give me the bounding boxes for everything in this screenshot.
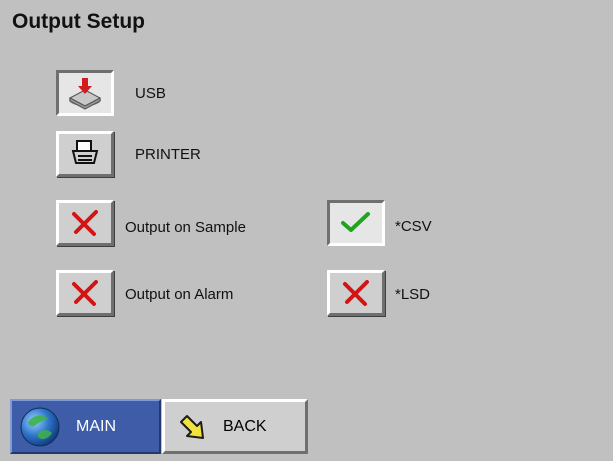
x-icon (341, 278, 371, 308)
output-on-sample-label: Output on Sample (125, 219, 246, 236)
back-arrow-icon (179, 412, 209, 442)
printer-icon (68, 139, 102, 169)
csv-toggle[interactable] (327, 200, 385, 246)
output-on-sample-toggle[interactable] (56, 200, 114, 246)
x-icon (70, 208, 100, 238)
output-on-alarm-toggle[interactable] (56, 270, 114, 316)
csv-label: *CSV (395, 218, 432, 235)
output-on-alarm-label: Output on Alarm (125, 286, 234, 303)
lsd-label: *LSD (395, 286, 431, 303)
main-button[interactable]: MAIN (10, 399, 161, 454)
back-label: BACK (223, 417, 267, 435)
back-button[interactable]: BACK (162, 399, 308, 454)
check-icon (339, 208, 373, 238)
usb-button[interactable] (56, 70, 114, 116)
page-title: Output Setup (12, 10, 145, 33)
x-icon (70, 278, 100, 308)
printer-button[interactable] (56, 131, 114, 177)
lsd-toggle[interactable] (327, 270, 385, 316)
main-label: MAIN (76, 417, 116, 435)
usb-label: USB (135, 85, 166, 102)
usb-drive-icon (66, 76, 104, 110)
globe-icon (18, 405, 62, 449)
printer-label: PRINTER (135, 146, 201, 163)
